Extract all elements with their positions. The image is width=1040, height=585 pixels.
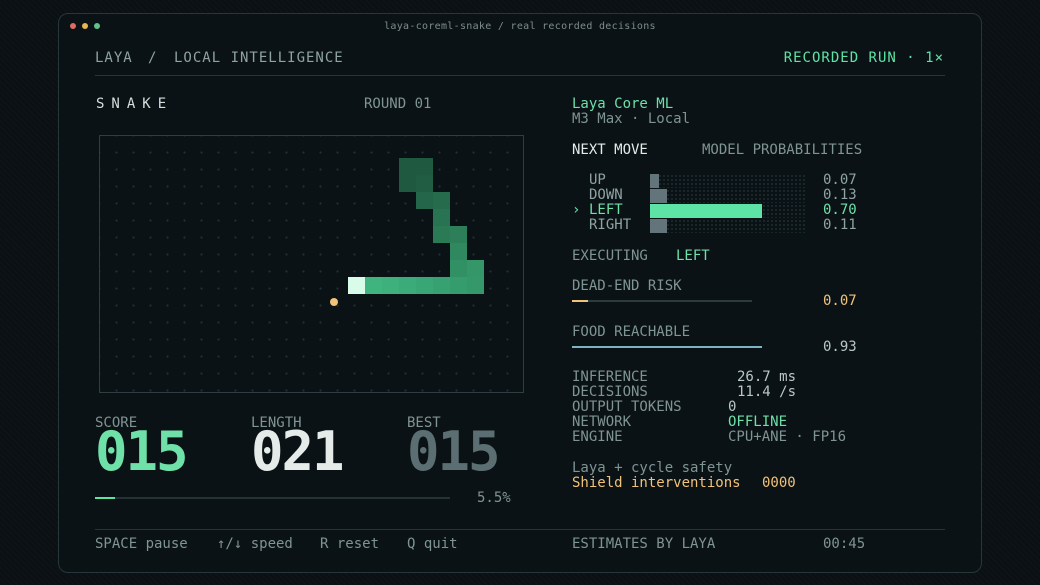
breadcrumb-separator: / [148, 50, 158, 66]
pause-hint[interactable]: SPACE pause [95, 536, 188, 552]
move-prob-value-right: 0.11 [823, 217, 857, 233]
inference-label: INFERENCE [572, 369, 648, 385]
move-label-up: UP [589, 172, 606, 188]
length-value: 021 [251, 420, 345, 483]
food-reachable-label: FOOD REACHABLE [572, 324, 691, 340]
recorded-run-badge: RECORDED RUN · 1× [783, 50, 944, 66]
move-prob-value-up: 0.07 [823, 172, 857, 188]
snake-segment [433, 226, 450, 243]
shield-interventions-label: Shield interventions [572, 475, 741, 491]
score-value: 015 [95, 420, 189, 483]
snake-segment [399, 277, 416, 294]
snake-segment [450, 243, 467, 260]
engine-value: CPU+ANE · FP16 [728, 429, 847, 445]
snake-segment [382, 277, 399, 294]
engine-label: ENGINE [572, 429, 623, 445]
snake-segment [450, 226, 467, 243]
snake-segment [416, 158, 433, 175]
move-prob-value-left: 0.70 [823, 202, 857, 218]
game-title: SNAKE [96, 96, 174, 112]
move-prob-bar-left [650, 204, 762, 218]
progress-fill [95, 497, 115, 499]
snake-segment [416, 175, 433, 192]
inference-value: 26.7 ms [737, 369, 797, 385]
move-label-down: DOWN [589, 187, 623, 203]
move-label-right: RIGHT [589, 217, 632, 233]
food-reachable-meter [572, 346, 762, 348]
brand-label: LAYA [95, 50, 133, 66]
snake-segment [450, 260, 467, 277]
dead-end-fill [572, 300, 589, 302]
header-divider [95, 75, 945, 76]
move-prob-bar-right [650, 219, 667, 233]
speed-hint[interactable]: ↑/↓ speed [217, 536, 293, 552]
estimates-label: ESTIMATES BY LAYA [572, 536, 716, 552]
tab-model-probabilities[interactable]: MODEL PROBABILITIES [702, 142, 862, 158]
food-reachable-fill [572, 346, 762, 348]
safety-mode: Laya + cycle safety [572, 460, 733, 476]
food-pellet [330, 298, 338, 306]
dead-end-meter [572, 300, 752, 302]
round-label: ROUND 01 [364, 96, 432, 112]
snake-segment [467, 260, 484, 277]
snake-segment [433, 192, 450, 209]
output-tokens-label: OUTPUT TOKENS [572, 399, 682, 415]
dead-end-label: DEAD-END RISK [572, 278, 682, 294]
network-value: OFFLINE [728, 414, 788, 430]
reset-hint[interactable]: R reset [320, 536, 379, 552]
model-device: M3 Max · Local [572, 111, 691, 127]
move-prob-bar-up [650, 174, 659, 188]
food-reachable-value: 0.93 [823, 339, 857, 355]
snake-segment [416, 277, 433, 294]
move-prob-bar-down [650, 189, 667, 203]
snake-segment [365, 277, 382, 294]
window-title: laya-coreml-snake / real recorded decisi… [384, 21, 656, 32]
progress-text: 5.5% [477, 490, 511, 506]
executing-label: EXECUTING [572, 248, 648, 264]
snake-segment [450, 277, 467, 294]
game-board [99, 135, 524, 393]
snake-segment [399, 158, 416, 175]
move-prob-track [650, 174, 805, 188]
progress-track [95, 497, 450, 499]
executing-value: LEFT [676, 248, 710, 264]
model-name: Laya Core ML [572, 96, 674, 112]
move-label-left: LEFT [589, 202, 623, 218]
shield-interventions-value: 0000 [762, 475, 796, 491]
snake-segment [467, 277, 484, 294]
move-prob-value-down: 0.13 [823, 187, 857, 203]
decisions-value: 11.4 /s [737, 384, 797, 400]
tab-next-move[interactable]: NEXT MOVE [572, 142, 648, 158]
elapsed-time: 00:45 [823, 536, 866, 552]
move-prob-track [650, 189, 805, 203]
snake-segment [399, 175, 416, 192]
section-title: LOCAL INTELLIGENCE [174, 50, 344, 66]
dead-end-value: 0.07 [823, 293, 857, 309]
best-value: 015 [407, 420, 501, 483]
snake-segment [433, 277, 450, 294]
move-marker: › [572, 202, 581, 218]
quit-hint[interactable]: Q quit [407, 536, 458, 552]
snake-segment [416, 192, 433, 209]
network-label: NETWORK [572, 414, 632, 430]
footer-divider [95, 529, 945, 530]
snake-head [348, 277, 365, 294]
decisions-label: DECISIONS [572, 384, 648, 400]
output-tokens-value: 0 [728, 399, 737, 415]
move-prob-track [650, 219, 805, 233]
snake-segment [433, 209, 450, 226]
